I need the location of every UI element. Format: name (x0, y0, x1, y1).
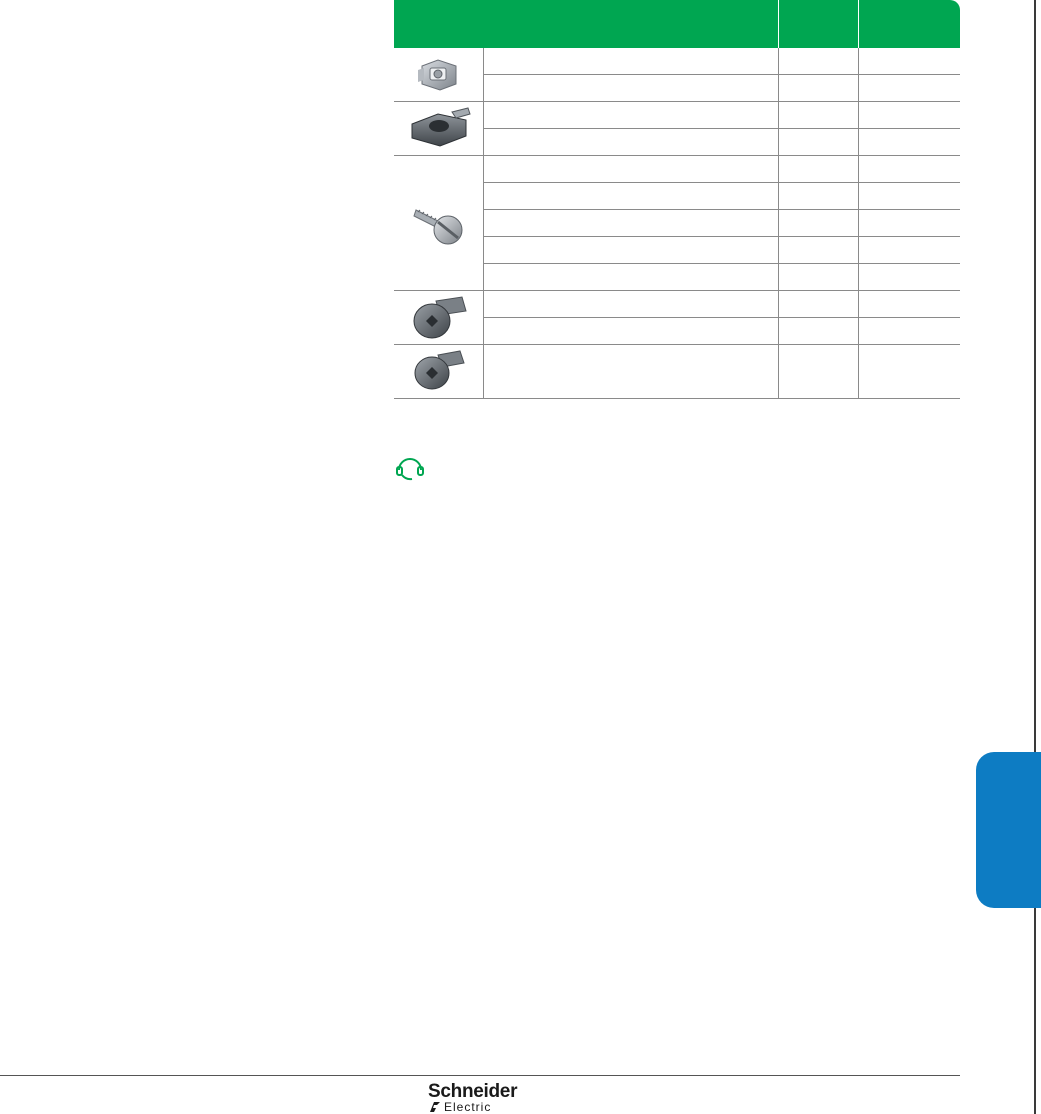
table-subrow (484, 237, 960, 264)
page-edge-line (1034, 0, 1036, 1114)
headset-icon (396, 458, 424, 481)
image-cell (394, 48, 484, 101)
parts-table (394, 0, 960, 399)
cage-nut-icon (411, 107, 471, 147)
slotted-screw-icon (413, 209, 463, 245)
table-row (394, 291, 960, 345)
cage-nut-clip-icon (418, 59, 457, 91)
image-cell (394, 156, 484, 290)
image-cell (394, 345, 484, 398)
header-divider (778, 0, 779, 48)
brand-mark-icon (430, 1102, 440, 1112)
table-row (394, 156, 960, 291)
table-subrow (484, 183, 960, 210)
table-body (394, 48, 960, 399)
image-cell (394, 291, 484, 344)
header-divider (858, 0, 859, 48)
table-row (394, 345, 960, 399)
footer-rule (0, 1075, 960, 1076)
table-header (394, 0, 960, 48)
brand-logo: Schneider Electric (428, 1081, 532, 1114)
brand-sub: Electric (444, 1100, 492, 1114)
table-subrow (484, 102, 960, 129)
table-subrow (484, 75, 960, 101)
table-row (394, 102, 960, 156)
table-subrow (484, 318, 960, 344)
torx-screw-short-icon (414, 350, 465, 390)
table-row (394, 48, 960, 102)
table-subrow (484, 264, 960, 290)
table-subrow (484, 129, 960, 155)
table-subrow (484, 345, 960, 398)
table-subrow (484, 156, 960, 183)
torx-screw-icon (413, 296, 467, 339)
image-cell (394, 102, 484, 155)
table-subrow (484, 210, 960, 237)
table-subrow (484, 291, 960, 318)
table-subrow (484, 48, 960, 75)
section-tab (976, 752, 1041, 908)
